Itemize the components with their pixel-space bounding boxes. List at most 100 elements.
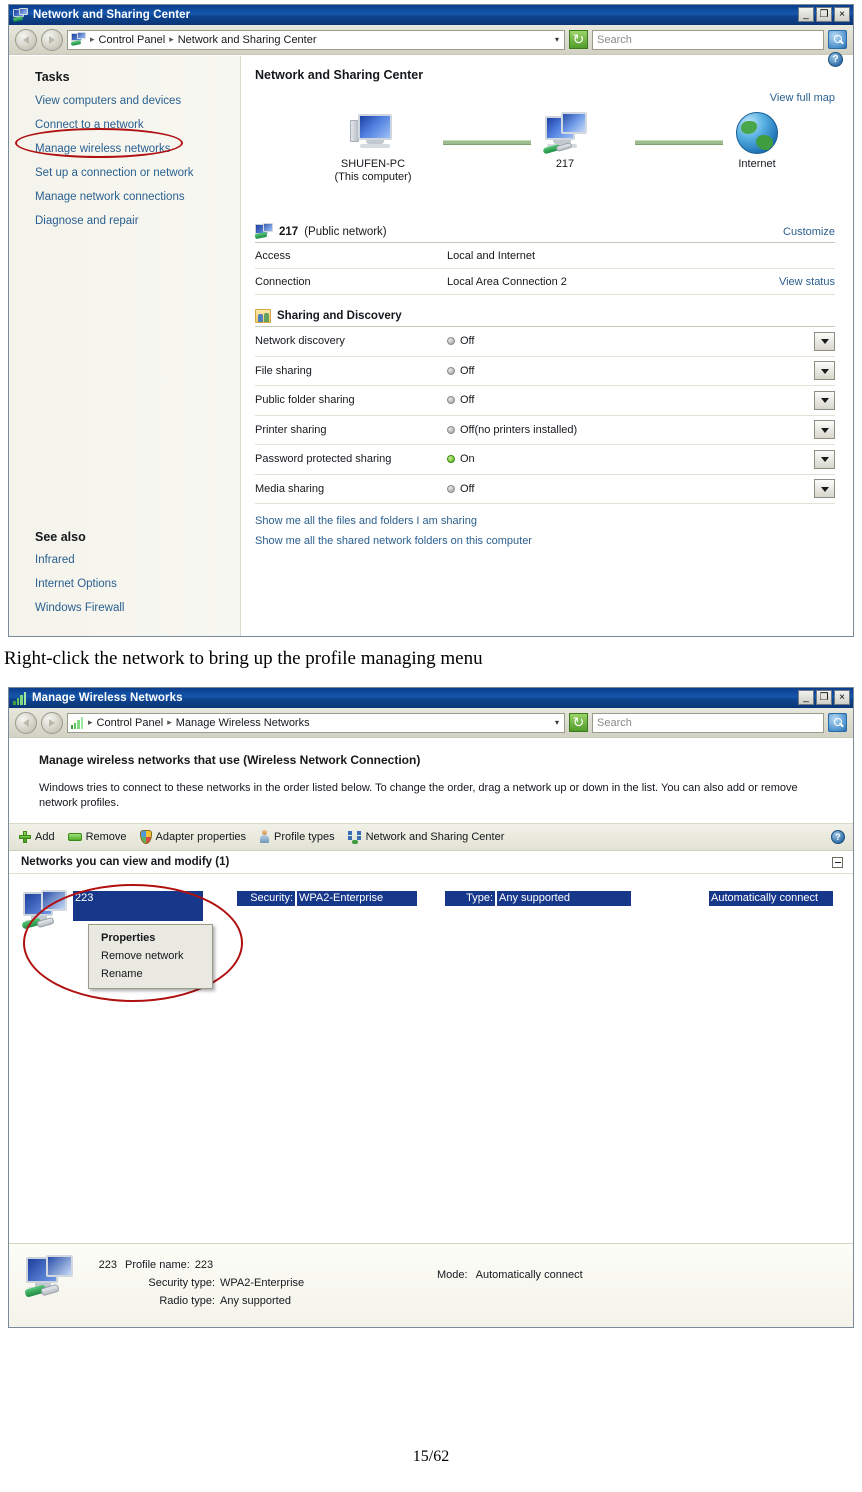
network-icon [70,32,86,46]
window1-titlebar[interactable]: Network and Sharing Center _ ❐ × [9,5,853,25]
collapse-button[interactable] [832,856,843,868]
search-icon[interactable] [828,713,847,732]
status-text: Off [460,394,475,407]
sidebar-item-manage-wireless-networks[interactable]: Manage wireless networks [35,143,240,155]
search-input[interactable]: Search [592,29,824,50]
breadcrumb[interactable]: ▸ Control Panel ▸ Manage Wireless Networ… [67,712,565,733]
expand-button[interactable] [814,390,835,410]
search-input[interactable]: Search [592,712,824,733]
chevron-down-icon[interactable]: ▾ [555,718,561,727]
window1-title: Network and Sharing Center [33,9,191,21]
view-status-link[interactable]: View status [779,276,835,288]
adapter-properties-button[interactable]: Adapter properties [139,830,246,844]
breadcrumb-root[interactable]: Control Panel [99,34,166,46]
sidebar-item-diagnose-repair[interactable]: Diagnose and repair [35,215,240,227]
profile-types-label: Profile types [274,831,335,843]
forward-button[interactable] [41,711,63,734]
window2-controls: _ ❐ × [798,690,850,705]
search-icon[interactable] [828,30,847,49]
details-label: Radio type: [159,1295,215,1307]
table-row: Password protected sharing On [255,445,835,475]
help-icon[interactable]: ? [831,830,845,844]
profile-types-button[interactable]: Profile types [259,830,335,844]
sidebar-item-manage-connections[interactable]: Manage network connections [35,191,240,203]
window2-body: Manage wireless networks that use (Wirel… [9,739,853,1327]
sharing-icon [255,309,271,323]
close-button[interactable]: × [834,7,850,22]
main-content: Network and Sharing Center ? View full m… [241,52,853,636]
expand-button[interactable] [814,361,835,381]
maximize-button[interactable]: ❐ [816,7,832,22]
minimize-button[interactable]: _ [798,7,814,22]
breadcrumb-leaf[interactable]: Network and Sharing Center [178,34,317,46]
tasks-heading: Tasks [35,70,70,84]
show-shared-folders-link[interactable]: Show me all the shared network folders o… [255,535,835,547]
network-name-cell[interactable]: 223 [73,891,203,921]
chevron-down-icon[interactable]: ▾ [555,35,561,44]
page-title: Manage wireless networks that use (Wirel… [39,753,421,767]
expand-button[interactable] [814,420,835,440]
network-computers-icon [541,112,589,155]
window2-titlebar[interactable]: Manage Wireless Networks _ ❐ × [9,688,853,708]
table-row: Access Local and Internet [255,243,835,269]
details-text: 223 Profile name: 223 Security type: WPA… [77,1254,853,1327]
details-network-name: 223 [98,1259,117,1271]
close-button[interactable]: × [834,690,850,705]
details-mode-label: Mode: [437,1269,468,1281]
breadcrumb-leaf[interactable]: Manage Wireless Networks [176,717,310,729]
type-label: Type: [445,891,495,906]
help-icon[interactable]: ? [828,52,843,67]
sidebar-item-internet-options[interactable]: Internet Options [35,578,124,590]
sidebar-item-setup-connection[interactable]: Set up a connection or network [35,167,240,179]
show-shared-files-link[interactable]: Show me all the files and folders I am s… [255,515,835,527]
add-button[interactable]: Add [19,831,55,843]
context-menu-item-properties[interactable]: Properties [89,929,212,947]
row-value: Local and Internet [447,249,536,262]
expand-button[interactable] [814,479,835,499]
forward-button[interactable] [41,28,63,51]
table-row: Connection Local Area Connection 2 View … [255,269,835,295]
back-button[interactable] [15,711,37,734]
table-row: Public folder sharing Off [255,386,835,416]
network-computers-icon [23,1254,77,1302]
details-row: Radio type: Any supported [77,1292,853,1310]
breadcrumb[interactable]: ▸ Control Panel ▸ Network and Sharing Ce… [67,29,565,50]
window2-title: Manage Wireless Networks [32,692,183,704]
network-and-sharing-center-label: Network and Sharing Center [365,831,505,843]
network-map: SHUFEN-PC (This computer) 217 Internet [255,104,835,214]
computer-icon [350,112,396,154]
back-button[interactable] [15,28,37,51]
refresh-button[interactable] [569,713,588,732]
sidebar-item-infrared[interactable]: Infrared [35,554,124,566]
map-node-network-217[interactable]: 217 [505,112,625,171]
row-value: Off(no printers installed) [447,424,814,436]
maximize-button[interactable]: ❐ [816,690,832,705]
wireless-signal-icon [71,716,84,729]
network-section-header: 217 (Public network) Customize [254,223,835,240]
toolbar: Add Remove Adapter properties Profile ty… [9,824,853,851]
sidebar-item-view-computers[interactable]: View computers and devices [35,95,240,107]
network-and-sharing-center-button[interactable]: Network and Sharing Center [347,830,505,844]
status-text: On [460,453,475,466]
view-full-map-link[interactable]: View full map [770,92,835,104]
table-row: File sharing Off [255,357,835,386]
refresh-button[interactable] [569,30,588,49]
expand-button[interactable] [814,331,835,351]
customize-link[interactable]: Customize [783,226,835,238]
map-node-this-computer[interactable]: SHUFEN-PC (This computer) [313,112,433,184]
expand-button[interactable] [814,449,835,469]
bottom-links: Show me all the files and folders I am s… [255,515,835,547]
details-value: 223 [194,1259,214,1271]
context-menu-item-remove-network[interactable]: Remove network [89,947,212,965]
details-value: WPA2-Enterprise [220,1277,305,1289]
breadcrumb-root[interactable]: Control Panel [97,717,164,729]
status-indicator [447,425,455,434]
status-indicator [447,337,455,346]
sidebar-item-connect-network[interactable]: Connect to a network [35,119,240,131]
context-menu-item-rename[interactable]: Rename [89,965,212,983]
map-node-internet[interactable]: Internet [697,112,817,171]
sidebar-item-windows-firewall[interactable]: Windows Firewall [35,602,124,614]
minimize-button[interactable]: _ [798,690,814,705]
remove-button[interactable]: Remove [67,831,127,843]
group-header-label: Networks you can view and modify (1) [21,856,230,868]
